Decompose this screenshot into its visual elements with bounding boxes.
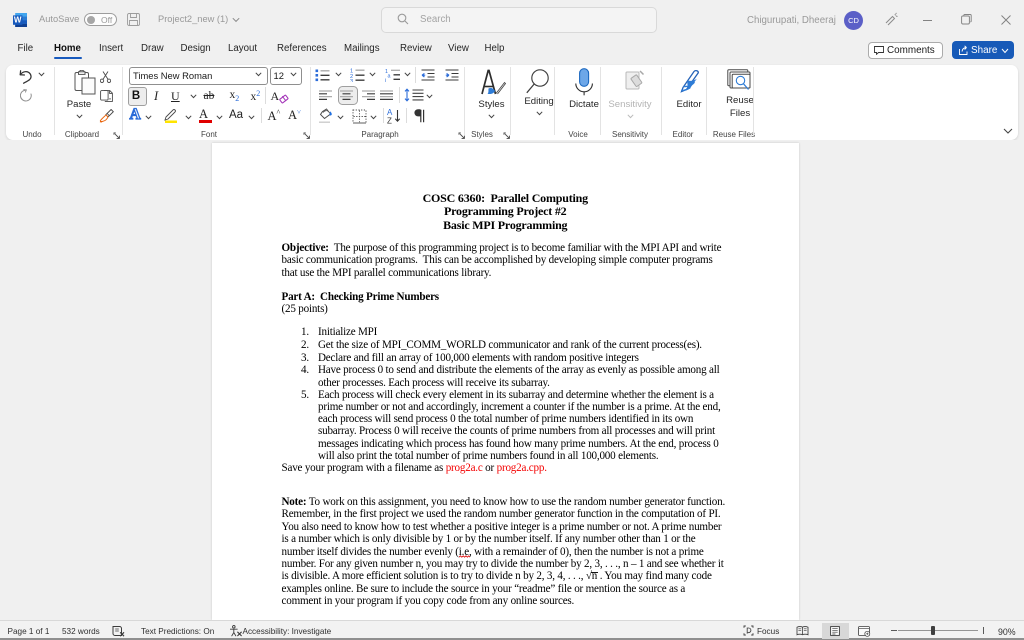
svg-text:W: W — [14, 15, 22, 24]
svg-text:i: i — [385, 78, 386, 82]
svg-text:a: a — [387, 73, 390, 79]
svg-text:Z: Z — [387, 116, 392, 124]
svg-text:3: 3 — [350, 79, 353, 82]
